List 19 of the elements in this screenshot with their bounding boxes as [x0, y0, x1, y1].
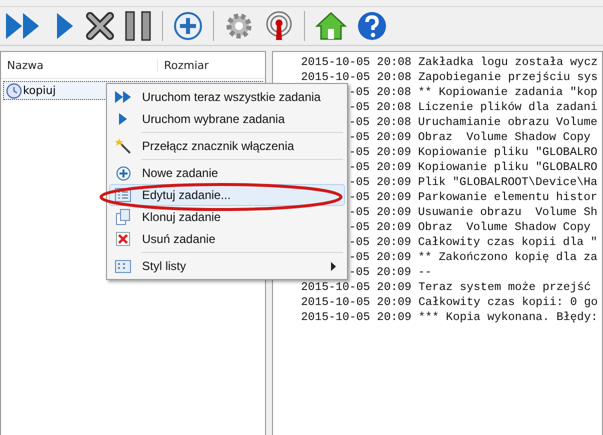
log-line: -05 20:09 Plik "GLOBALROOT\Device\Ha	[349, 175, 598, 190]
log-line: -05 20:09 Całkowity czas kopii dla "	[349, 235, 598, 250]
log-line: 2015-10-05 20:09 Teraz system może przejść	[301, 280, 591, 295]
log-line: -05 20:08 Uruchamianie obrazu Volume	[349, 115, 598, 130]
log-line: 2015-10-05 20:08 Zapobieganie przejściu sys	[301, 70, 598, 85]
task-name: kopiuj	[23, 84, 56, 97]
log-line: -05 20:09 Kopiowanie pliku "GLOBALRO	[349, 145, 598, 160]
log-line: 2015-10-05 20:09 *** Kopia wykonana. Błędy:	[301, 310, 598, 325]
log-line: -05 20:09 --	[349, 265, 432, 280]
log-line: 2015-10-05 20:08 Zakładka logu została wycz	[301, 55, 598, 70]
log-line: -05 20:09 Obraz Volume Shadow Copy	[349, 220, 591, 235]
log-line: -05 20:08 Liczenie plików dla zadani	[349, 100, 598, 115]
log-line: -05 20:09 Obraz Volume Shadow Copy	[349, 130, 591, 145]
log-line: -05 20:09 ** Zakończono kopię dla za	[349, 250, 598, 265]
log-line: -05 20:09 Kopiowanie pliku "GLOBALRO	[349, 160, 598, 175]
log-line: -05 20:08 ** Kopiowanie zadania "kop	[349, 85, 598, 100]
log-line: -05 20:09 Parkowanie elementu histor	[349, 190, 598, 205]
log-line: -05 20:09 Usuwanie obrazu Volume Sh	[349, 205, 598, 220]
log-line: 2015-10-05 20:09 Całkowity czas kopii: 0 go	[301, 295, 598, 310]
